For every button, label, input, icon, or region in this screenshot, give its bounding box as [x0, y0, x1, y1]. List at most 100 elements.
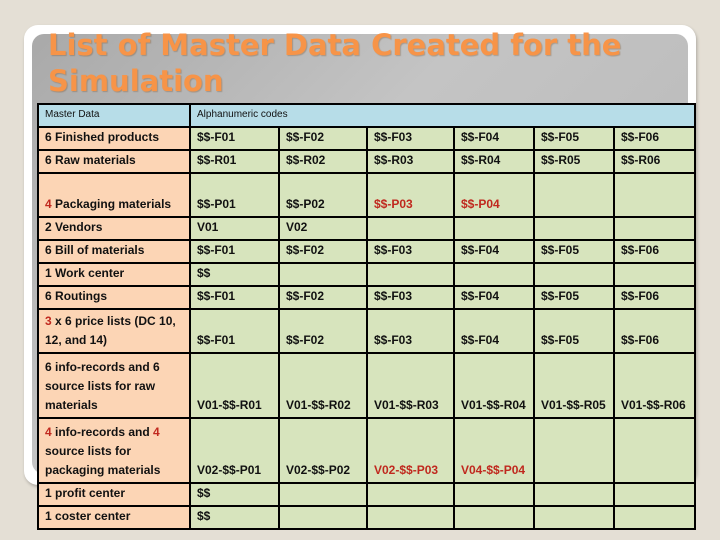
master-data-label: 6 Bill of materials	[37, 239, 191, 264]
table-row: 1 Work center $$	[37, 262, 696, 287]
code-cell: $$-P02	[278, 172, 368, 218]
table-row: 6 info-records and 6 source lists for ra…	[37, 352, 696, 419]
master-data-label: 1 profit center	[37, 482, 191, 507]
code-cell	[533, 505, 615, 530]
code-cell: $$-F03	[366, 126, 455, 151]
quantity-number: 6	[45, 289, 52, 303]
quantity-number: 4	[45, 197, 52, 211]
table-row: 1 profit center $$	[37, 482, 696, 507]
table-row: 4 Packaging materials $$-P01 $$-P02 $$-P03 $…	[37, 172, 696, 218]
code-cell: $$-F01	[189, 239, 280, 264]
code-cell: V01-$$-R02	[278, 352, 368, 419]
quantity-number: 4	[153, 425, 160, 439]
code-cell: $$	[189, 262, 280, 287]
quantity-number: 4	[45, 425, 52, 439]
label-text: Bill of materials	[51, 243, 145, 257]
quantity-number: 1	[45, 266, 52, 280]
code-cell: $$-R04	[453, 149, 535, 174]
code-cell	[366, 262, 455, 287]
code-cell	[453, 505, 535, 530]
quantity-number: 3	[45, 314, 52, 328]
label-text: coster center	[51, 509, 131, 523]
table-row: 1 coster center $$	[37, 505, 696, 530]
code-cell: $$-F06	[613, 285, 696, 310]
quantity-number: 1	[45, 509, 52, 523]
label-text: info-records and	[51, 425, 154, 439]
code-cell: V02-$$-P01	[189, 417, 280, 484]
master-data-label: 6 Finished products	[37, 126, 191, 151]
code-cell: $$-F04	[453, 308, 535, 354]
code-cell: $$	[189, 505, 280, 530]
code-cell: $$-R05	[533, 149, 615, 174]
code-cell	[278, 482, 368, 507]
code-cell: V02-$$-P02	[278, 417, 368, 484]
code-cell: $$	[189, 482, 280, 507]
label-text: Vendors	[51, 220, 103, 234]
code-cell	[613, 262, 696, 287]
label-text: Routings	[51, 289, 108, 303]
code-cell: $$-F02	[278, 285, 368, 310]
code-cell: V02-$$-P03	[366, 417, 455, 484]
master-data-label: 3 x 6 price lists (DC 10, 12, and 14)	[37, 308, 191, 354]
code-cell: $$-F05	[533, 285, 615, 310]
label-text: x 6 price lists (DC 10, 12, and 14)	[45, 314, 176, 347]
quantity-number: 6	[45, 130, 52, 144]
code-cell: $$-F06	[613, 126, 696, 151]
code-cell: $$-F05	[533, 239, 615, 264]
code-cell: V01	[189, 216, 280, 241]
code-cell: $$-F03	[366, 285, 455, 310]
label-text: info-records and 6 source lists for raw …	[45, 360, 160, 412]
code-cell: $$-R02	[278, 149, 368, 174]
code-cell: $$-R06	[613, 149, 696, 174]
slide-title: List of Master Data Created for the Simu…	[48, 28, 622, 98]
master-data-label: 1 coster center	[37, 505, 191, 530]
code-cell: V01-$$-R03	[366, 352, 455, 419]
master-data-label: 2 Vendors	[37, 216, 191, 241]
code-cell	[613, 172, 696, 218]
quantity-number: 2	[45, 220, 52, 234]
code-cell: $$-P03	[366, 172, 455, 218]
master-data-label: 1 Work center	[37, 262, 191, 287]
code-cell: V04-$$-P04	[453, 417, 535, 484]
code-cell: V02	[278, 216, 368, 241]
label-text: profit center	[51, 486, 126, 500]
code-cell: V01-$$-R04	[453, 352, 535, 419]
code-cell	[278, 505, 368, 530]
code-cell	[366, 482, 455, 507]
code-cell: $$-R01	[189, 149, 280, 174]
code-cell: $$-F05	[533, 308, 615, 354]
code-cell: $$-F01	[189, 126, 280, 151]
code-cell: V01-$$-R01	[189, 352, 280, 419]
code-cell	[613, 482, 696, 507]
code-cell: V01-$$-R05	[533, 352, 615, 419]
label-text: Packaging materials	[51, 197, 172, 211]
code-cell	[533, 216, 615, 241]
table-row: 6 Bill of materials $$-F01 $$-F02 $$-F03 $$-…	[37, 239, 696, 264]
quantity-number: 6	[45, 360, 52, 374]
label-text: source lists for packaging materials	[45, 444, 161, 477]
code-cell	[533, 172, 615, 218]
code-cell	[453, 262, 535, 287]
table-row: 2 Vendors V01 V02	[37, 216, 696, 241]
code-cell	[278, 262, 368, 287]
code-cell: $$-F03	[366, 308, 455, 354]
code-cell	[533, 262, 615, 287]
code-cell: $$-F06	[613, 308, 696, 354]
label-text: Finished products	[51, 130, 160, 144]
code-cell: $$-F04	[453, 239, 535, 264]
code-cell	[613, 216, 696, 241]
table-row: 6 Raw materials $$-R01 $$-R02 $$-R03 $$-R04 $…	[37, 149, 696, 174]
code-cell: $$-F05	[533, 126, 615, 151]
code-cell	[613, 505, 696, 530]
quantity-number: 1	[45, 486, 52, 500]
table-row: 6 Finished products $$-F01 $$-F02 $$-F03 $$-…	[37, 126, 696, 151]
code-cell	[453, 482, 535, 507]
code-cell	[366, 216, 455, 241]
table-header-row: Master Data Alphanumeric codes	[37, 103, 696, 128]
master-data-label: 6 Raw materials	[37, 149, 191, 174]
quantity-number: 6	[45, 153, 52, 167]
label-text: Raw materials	[51, 153, 136, 167]
code-cell	[533, 417, 615, 484]
code-cell: $$-F01	[189, 285, 280, 310]
code-cell: $$-F02	[278, 239, 368, 264]
